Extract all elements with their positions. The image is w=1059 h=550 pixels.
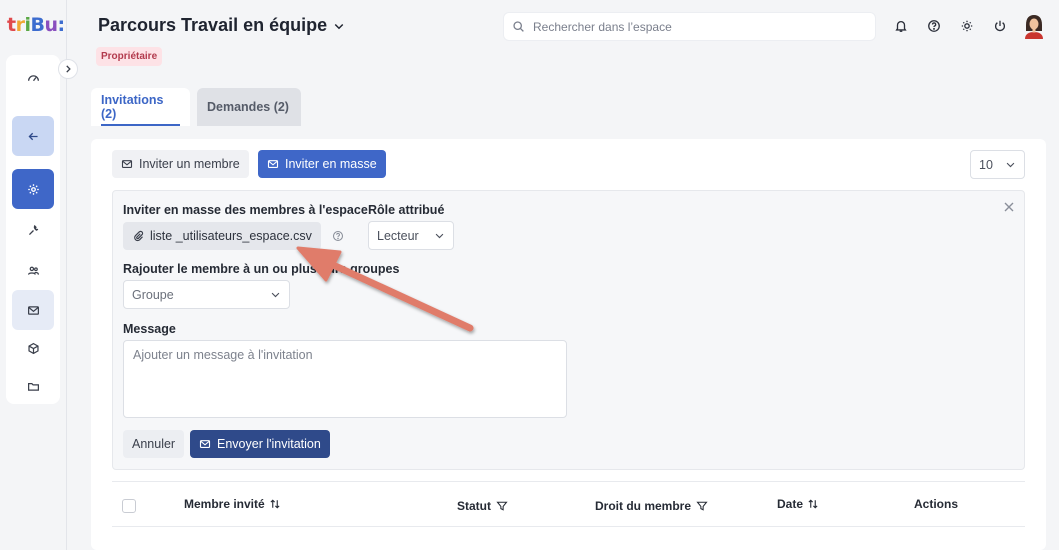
folder-icon[interactable]	[12, 366, 54, 406]
mail-icon	[199, 440, 211, 448]
column-header-status[interactable]: Statut	[457, 499, 509, 513]
column-label: Membre invité	[184, 497, 265, 511]
bulk-invite-form: Inviter en masse des membres à l'espace …	[112, 190, 1025, 470]
button-label: Envoyer l'invitation	[217, 437, 321, 451]
sidebar-expand-button[interactable]	[58, 59, 78, 79]
column-header-actions: Actions	[914, 497, 958, 511]
invite-member-button[interactable]: Inviter un membre	[112, 150, 249, 178]
close-icon[interactable]	[1003, 200, 1015, 212]
wrench-icon[interactable]	[12, 210, 54, 250]
app-logo[interactable]: triBu:	[7, 14, 65, 36]
bell-icon[interactable]	[893, 18, 909, 34]
group-placeholder: Groupe	[132, 287, 174, 302]
users-icon[interactable]	[12, 250, 54, 290]
mail-icon[interactable]	[12, 290, 54, 330]
role-label: Rôle attribué	[368, 203, 445, 217]
group-select[interactable]: Groupe	[123, 280, 290, 309]
mail-icon	[121, 160, 133, 168]
page-size-value: 10	[979, 157, 993, 172]
paperclip-icon	[134, 230, 144, 242]
invitations-panel: Inviter un membre Inviter en masse 10 In…	[91, 139, 1046, 550]
page-title: Parcours Travail en équipe	[98, 15, 328, 35]
column-label: Droit du membre	[595, 499, 692, 513]
filter-icon	[696, 501, 708, 511]
dashboard-icon[interactable]	[12, 57, 54, 97]
power-icon[interactable]	[992, 18, 1008, 34]
chevron-down-icon	[435, 233, 444, 239]
column-header-date[interactable]: Date	[777, 497, 819, 511]
cancel-button[interactable]: Annuler	[123, 430, 185, 458]
cube-icon[interactable]	[12, 328, 54, 368]
role-badge: Propriétaire	[96, 47, 163, 66]
back-arrow-icon[interactable]	[12, 116, 54, 156]
message-placeholder: Ajouter un message à l'invitation	[133, 348, 313, 362]
settings-gear-icon[interactable]	[12, 169, 54, 209]
help-icon[interactable]	[926, 18, 942, 34]
column-label: Date	[777, 497, 804, 511]
theme-sun-icon[interactable]	[959, 18, 975, 34]
column-header-rights[interactable]: Droit du membre	[595, 499, 709, 513]
send-invitation-button[interactable]: Envoyer l'invitation	[190, 430, 330, 458]
help-icon[interactable]	[332, 229, 344, 247]
left-rail: triBu:	[0, 0, 78, 550]
user-avatar[interactable]	[1022, 13, 1046, 39]
sort-icon	[808, 499, 818, 509]
group-label: Rajouter le membre à un ou plusieurs gro…	[123, 262, 400, 276]
tab-demandes[interactable]: Demandes (2)	[197, 88, 301, 126]
page-size-select[interactable]: 10	[970, 150, 1025, 179]
rail-nav	[6, 55, 60, 404]
tab-label: Invitations (2)	[101, 93, 164, 121]
tab-label: Demandes (2)	[207, 100, 289, 114]
chevron-down-icon	[334, 23, 344, 29]
message-textarea[interactable]: Ajouter un message à l'invitation	[123, 340, 567, 418]
column-header-member[interactable]: Membre invité	[184, 497, 281, 511]
filter-icon	[496, 501, 508, 511]
space-title-dropdown[interactable]: Parcours Travail en équipe	[98, 15, 345, 36]
role-value: Lecteur	[377, 228, 419, 243]
chevron-right-icon	[66, 65, 71, 73]
button-label: Inviter un membre	[139, 157, 240, 171]
search-placeholder: Rechercher dans l’espace	[533, 19, 672, 34]
bulk-invite-label: Inviter en masse des membres à l'espace	[123, 203, 368, 217]
search-input[interactable]: Rechercher dans l’espace	[503, 12, 876, 41]
chevron-down-icon	[271, 292, 280, 298]
search-icon	[513, 21, 524, 32]
invite-bulk-button[interactable]: Inviter en masse	[258, 150, 386, 178]
mail-icon	[267, 160, 279, 168]
role-select[interactable]: Lecteur	[368, 221, 454, 250]
button-label: Inviter en masse	[285, 157, 377, 171]
invitations-table-header: Membre invité Statut Droit du membre Dat…	[112, 481, 1025, 527]
chevron-down-icon	[1006, 162, 1015, 168]
file-name: liste _utilisateurs_espace.csv	[150, 229, 312, 243]
select-all-checkbox[interactable]	[122, 499, 136, 513]
column-label: Statut	[457, 499, 491, 513]
csv-file-chip[interactable]: liste _utilisateurs_espace.csv	[123, 222, 321, 250]
sort-icon	[270, 499, 280, 509]
column-label: Actions	[914, 497, 959, 511]
button-label: Annuler	[132, 437, 176, 451]
message-label: Message	[123, 322, 176, 336]
tab-invitations[interactable]: Invitations (2)	[91, 88, 190, 126]
